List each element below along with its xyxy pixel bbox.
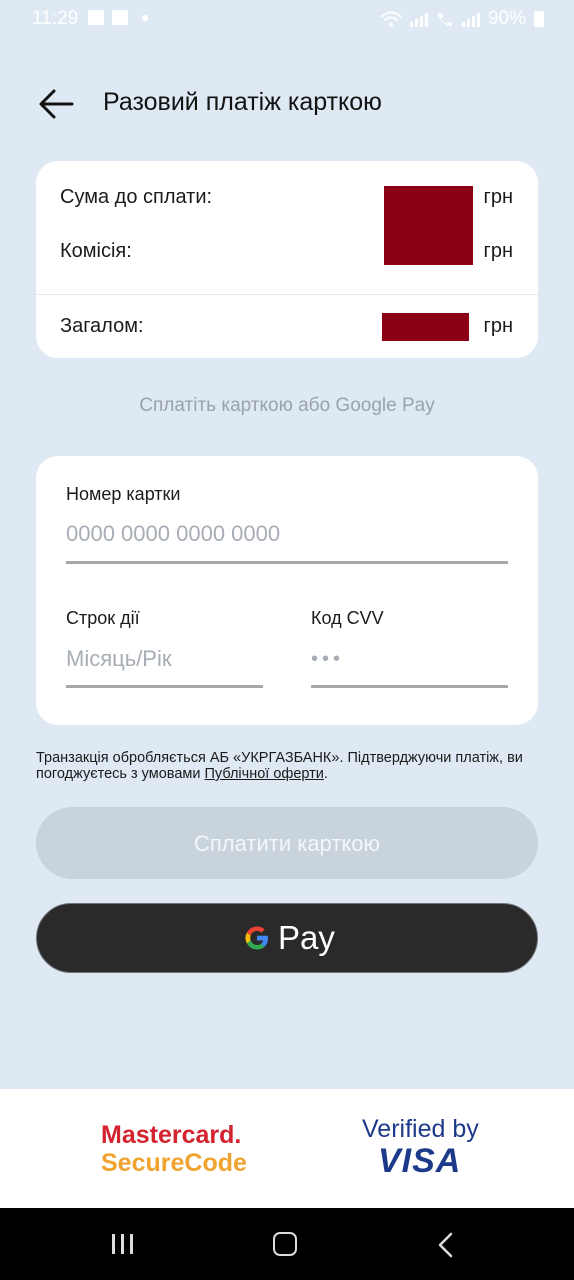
securecode-text: SecureCode [101, 1149, 247, 1177]
amount-label: Сума до сплати: [60, 186, 213, 208]
app-notification-icon [112, 10, 128, 25]
expiry-label: Строк дії [66, 608, 140, 628]
more-notifications-icon [142, 14, 148, 21]
fee-currency: грн [483, 240, 513, 262]
terms-end: . [323, 766, 328, 782]
verified-by-text: Verified by [362, 1115, 479, 1143]
mastercard-securecode-logo: Mastercard. SecureCode [101, 1121, 247, 1177]
expiry-underline [66, 685, 263, 688]
card-number-label: Номер картки [66, 484, 181, 504]
pay-by-card-button[interactable]: Сплатити карткою [36, 807, 538, 879]
home-icon[interactable] [273, 1232, 297, 1256]
terms-text: Транзакція обробляється АБ «УКРГАЗБАНК».… [36, 750, 536, 782]
card-number-input[interactable] [66, 519, 506, 549]
amount-currency: грн [483, 186, 513, 208]
system-navigation-bar [0, 1208, 574, 1280]
gpay-label: Pay [278, 919, 335, 956]
card-form: Номер картки Строк дії Код CVV ••• [36, 456, 538, 725]
header: Разовий платіж карткою [0, 72, 574, 136]
signal-icon [409, 11, 428, 27]
total-currency: грн [483, 315, 513, 337]
signal-2-icon [461, 11, 480, 27]
cvv-input[interactable]: ••• [311, 648, 344, 671]
payment-summary-card: Сума до сплати: грн Комісія: грн Загалом… [36, 161, 538, 358]
back-button[interactable] [36, 84, 80, 124]
public-offer-link[interactable]: Публічної оферти [204, 766, 323, 782]
wifi-icon [380, 11, 402, 27]
mastercard-text: Mastercard. [101, 1121, 242, 1149]
google-pay-button[interactable]: Pay [36, 903, 538, 973]
recents-icon[interactable] [112, 1234, 133, 1254]
expiry-input[interactable] [66, 644, 261, 674]
system-icons: 90% [380, 8, 544, 30]
arrow-left-icon [39, 89, 74, 119]
visa-text: VISA [378, 1142, 462, 1180]
summary-divider [36, 294, 538, 295]
fee-label: Комісія: [60, 240, 132, 262]
status-bar: 11:29 90% [0, 0, 574, 40]
total-label: Загалом: [60, 315, 144, 337]
cvv-label: Код CVV [311, 608, 384, 628]
amount-redacted-value [384, 186, 473, 265]
nav-back-icon[interactable] [436, 1232, 456, 1258]
security-logos-footer: Mastercard. SecureCode Verified by VISA [0, 1089, 574, 1208]
status-time: 11:29 [32, 8, 79, 29]
battery-level: 90% [487, 8, 526, 29]
payment-method-hint: Сплатіть карткою або Google Pay [139, 395, 435, 416]
gpay-content: Pay [242, 919, 335, 957]
google-g-icon [245, 926, 268, 950]
page-title: Разовий платіж карткою [103, 88, 382, 116]
verified-by-visa-logo: Verified by VISA [362, 1115, 479, 1179]
total-redacted-value [382, 313, 469, 341]
battery-icon [534, 11, 544, 27]
cvv-underline [311, 685, 508, 688]
card-number-underline [66, 561, 508, 564]
notification-icons [88, 10, 148, 25]
wifi-calling-icon [437, 13, 452, 26]
gallery-icon [88, 10, 104, 25]
